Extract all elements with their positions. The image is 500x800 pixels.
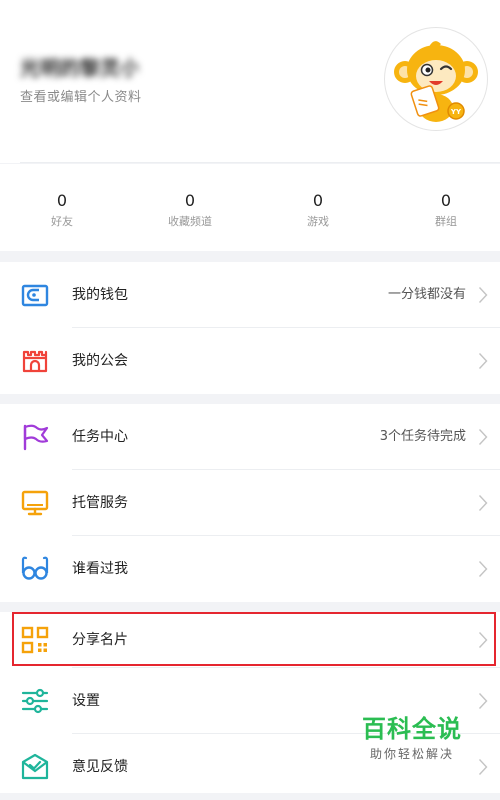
stat-label: 收藏频道 bbox=[168, 215, 212, 228]
stat-label: 好友 bbox=[51, 215, 73, 228]
stat-label: 游戏 bbox=[307, 215, 329, 228]
stat-groups[interactable]: 0 群组 bbox=[396, 192, 496, 229]
menu-item-guild[interactable]: 我的公会 bbox=[0, 328, 500, 394]
header-divider bbox=[20, 162, 500, 163]
stat-favorite-channels[interactable]: 0 收藏频道 bbox=[140, 192, 240, 229]
pending-tasks-text: 3个任务待完成 bbox=[379, 429, 466, 444]
chevron-right-icon bbox=[478, 353, 488, 369]
wallet-balance-text: 一分钱都没有 bbox=[387, 287, 466, 302]
menu-item-share-card[interactable]: 分享名片 bbox=[0, 612, 500, 668]
menu-item-label: 谁看过我 bbox=[72, 561, 128, 577]
stat-value: 0 bbox=[440, 191, 452, 210]
profile-header[interactable]: 光明的黎灵小 查看或编辑个人资料 YY bbox=[0, 0, 500, 163]
chevron-right-icon bbox=[478, 429, 488, 445]
menu-group-finance: 我的钱包 一分钱都没有 我的公会 bbox=[0, 262, 500, 394]
menu-item-hosting-service[interactable]: 托管服务 bbox=[0, 470, 500, 536]
menu-item-label: 设置 bbox=[72, 693, 100, 709]
menu-item-wallet[interactable]: 我的钱包 一分钱都没有 bbox=[0, 262, 500, 328]
menu-item-task-center[interactable]: 任务中心 3个任务待完成 bbox=[0, 404, 500, 470]
castle-icon bbox=[22, 350, 48, 373]
watermark-title: 百科全说 bbox=[362, 715, 462, 743]
chevron-right-icon bbox=[478, 759, 488, 775]
stat-value: 0 bbox=[56, 191, 68, 210]
qr-code-icon bbox=[21, 626, 49, 654]
chevron-right-icon bbox=[478, 287, 488, 303]
menu-item-label: 我的公会 bbox=[72, 353, 128, 369]
menu-group-other: 分享名片 设置 意见反馈 bbox=[0, 612, 500, 793]
stats-bar: 0 好友 0 收藏频道 0 游戏 0 群组 bbox=[0, 164, 500, 251]
chevron-right-icon bbox=[478, 632, 488, 648]
sliders-icon bbox=[21, 688, 49, 714]
menu-item-visitors[interactable]: 谁看过我 bbox=[0, 536, 500, 602]
stat-friends[interactable]: 0 好友 bbox=[12, 192, 112, 229]
stat-value: 0 bbox=[312, 191, 324, 210]
chevron-right-icon bbox=[478, 495, 488, 511]
watermark: 百科全说 助你轻松解决 bbox=[353, 715, 471, 762]
menu-group-services: 任务中心 3个任务待完成 托管服务 谁看过我 bbox=[0, 404, 500, 602]
stat-label: 群组 bbox=[435, 215, 457, 228]
stat-games[interactable]: 0 游戏 bbox=[268, 192, 368, 229]
stat-value: 0 bbox=[184, 191, 196, 210]
glasses-icon bbox=[21, 556, 49, 580]
monitor-icon bbox=[21, 490, 49, 516]
menu-item-label: 分享名片 bbox=[72, 632, 128, 648]
chevron-right-icon bbox=[478, 693, 488, 709]
monkey-mascot-icon: YY bbox=[394, 41, 478, 122]
watermark-subtitle: 助你轻松解决 bbox=[369, 747, 454, 761]
menu-item-label: 我的钱包 bbox=[72, 287, 128, 303]
menu-item-label: 意见反馈 bbox=[72, 759, 128, 775]
username: 光明的黎灵小 bbox=[20, 56, 138, 80]
avatar[interactable]: YY bbox=[384, 27, 488, 131]
flag-icon bbox=[23, 424, 49, 451]
edit-profile-hint[interactable]: 查看或编辑个人资料 bbox=[20, 86, 142, 105]
mail-check-icon bbox=[21, 753, 49, 780]
menu-item-label: 托管服务 bbox=[72, 495, 128, 511]
chevron-right-icon bbox=[478, 561, 488, 577]
wallet-icon bbox=[21, 284, 49, 307]
svg-text:YY: YY bbox=[450, 108, 462, 116]
menu-item-label: 任务中心 bbox=[72, 429, 128, 445]
